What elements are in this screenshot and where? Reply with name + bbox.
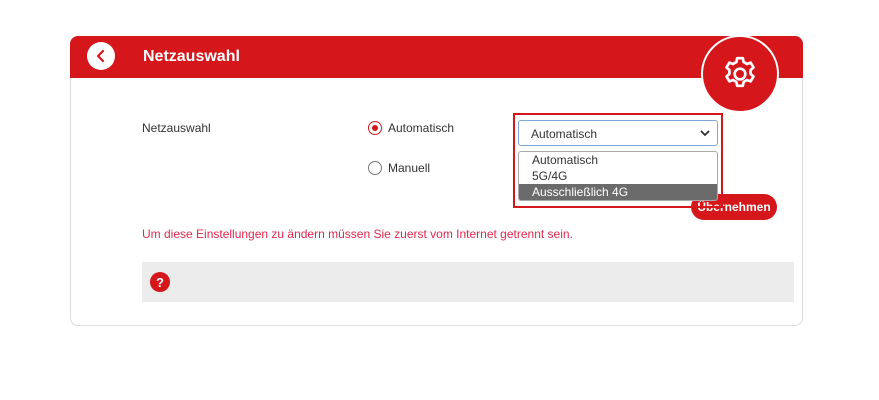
network-mode-select-value: Automatisch (531, 127, 598, 141)
chevron-left-icon (96, 49, 105, 63)
dropdown-option-4g-only[interactable]: Ausschließlich 4G (519, 184, 717, 200)
network-mode-dropdown: Automatisch 5G/4G Ausschließlich 4G (518, 151, 718, 201)
help-panel: ? (142, 262, 794, 302)
page-title: Netzauswahl (143, 48, 240, 65)
network-selection-label: Netzauswahl (142, 121, 211, 135)
radio-automatic-control[interactable] (368, 121, 382, 135)
radio-automatic-label: Automatisch (388, 121, 455, 135)
gear-icon (725, 56, 755, 88)
chevron-down-icon (700, 130, 710, 136)
settings-badge (701, 35, 779, 113)
warning-message: Um diese Einstellungen zu ändern müssen … (142, 227, 573, 241)
radio-automatic[interactable]: Automatisch (368, 121, 454, 135)
network-selection-card: Netzauswahl Netzauswahl Automatisch Manu… (70, 35, 803, 326)
back-button[interactable] (87, 42, 115, 70)
dropdown-option-5g-4g[interactable]: 5G/4G (519, 168, 717, 184)
question-icon[interactable]: ? (150, 272, 170, 292)
radio-manual-control[interactable] (368, 161, 382, 175)
network-mode-select[interactable]: Automatisch (518, 120, 718, 146)
card-header: Netzauswahl (70, 36, 803, 78)
radio-manual[interactable]: Manuell (368, 161, 430, 175)
dropdown-option-automatic[interactable]: Automatisch (519, 152, 717, 168)
radio-manual-label: Manuell (388, 161, 431, 175)
